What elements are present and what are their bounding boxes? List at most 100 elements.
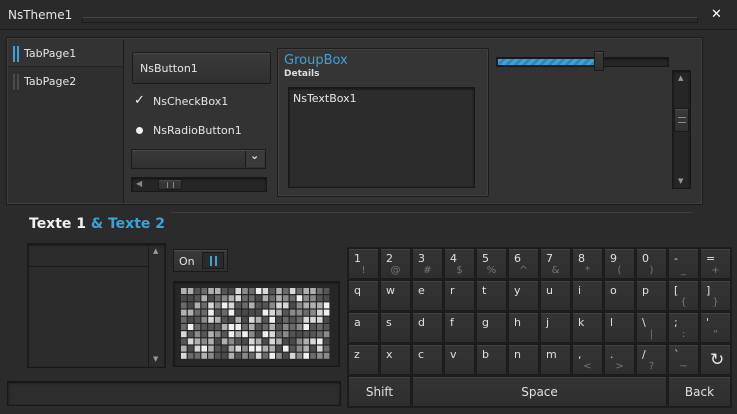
key-row1-8[interactable]: 9( [604,248,635,279]
key-row2-2[interactable]: e [412,280,443,311]
key-shift-label: # [423,265,432,276]
vertical-scrollbar[interactable]: ▲ ▼ [672,70,691,189]
key-row4-7[interactable]: , < [572,344,603,375]
key-row3-9[interactable]: \ | [636,312,667,343]
key-row2-9[interactable]: p [636,280,667,311]
key-main-label: v [450,348,457,361]
close-icon[interactable]: ✕ [711,7,722,22]
key-row2-5[interactable]: y [508,280,539,311]
key-row3-2[interactable]: d [412,312,443,343]
horizontal-scrollbar[interactable]: ◀ [131,177,267,192]
nsradiobutton1[interactable]: NsRadioButton1 [132,122,272,140]
key-row2-4[interactable]: t [476,280,507,311]
textbox-nstextbox1[interactable]: NsTextBox1 [288,87,475,188]
pixel-cell [208,352,214,359]
key-row1-3[interactable]: 4 $ [444,248,475,279]
progress-thumb[interactable] [594,51,604,71]
nsbutton1[interactable]: NsButton1 [132,52,271,84]
bottom-textbox[interactable] [7,381,341,406]
key-row1-5[interactable]: 6 ^ [508,248,539,279]
key-shift[interactable]: Shift [348,376,411,407]
scroll-up-icon[interactable]: ▲ [153,247,158,255]
key-row1-4[interactable]: 5% [476,248,507,279]
tab-tabpage1[interactable]: TabPage1 [8,40,123,67]
key-row1-1[interactable]: 2 @ [380,248,411,279]
pixel-cell [323,324,330,330]
pixel-cell [317,345,323,352]
pixel-cell [228,288,235,294]
key-row4-0[interactable]: z [348,344,379,375]
key-row4-3[interactable]: v [444,344,475,375]
pixel-cell [289,288,296,294]
key-row2-0[interactable]: q [348,280,379,311]
key-row4-4[interactable]: b [476,344,507,375]
pixel-cell [276,345,282,352]
key-row2-10[interactable]: [{ [668,280,699,311]
key-row3-4[interactable]: g [476,312,507,343]
pixel-cell [249,288,255,294]
key-row1-10[interactable]: - _ [668,248,699,279]
key-row2-11[interactable]: ]} [700,280,731,311]
nscheckbox1[interactable]: ✓ NsCheckBox1 [132,93,272,111]
key-row4-1[interactable]: x [380,344,411,375]
key-label: Shift [365,384,394,399]
pixel-cell [242,295,248,302]
scroll-thumb[interactable] [674,108,689,132]
key-row1-7[interactable]: 8 * [572,248,603,279]
scroll-down-icon[interactable]: ▼ [678,177,683,185]
key-row4-5[interactable]: n [508,344,539,375]
pixel-cell [221,324,228,330]
key-row4-6[interactable]: m [540,344,571,375]
key-row1-11[interactable]: = + [700,248,731,279]
progress-fill [498,59,595,65]
pixel-cell [269,295,275,302]
title-bar[interactable]: NsTheme1 ✕ [0,0,737,30]
scroll-left-icon[interactable]: ◀ [136,179,142,188]
pixel-cell [235,324,241,330]
key-main-label: i [578,284,582,297]
scroll-thumb[interactable] [158,179,182,190]
combo-box[interactable]: ⌄ [131,149,266,169]
scroll-down-icon[interactable]: ▼ [153,355,158,363]
scroll-up-icon[interactable]: ▲ [678,74,683,82]
key-row2-3[interactable]: r [444,280,475,311]
toggle-switch[interactable]: On [173,249,228,272]
key-back[interactable]: Back [668,376,731,407]
key-row3-1[interactable]: s [380,312,411,343]
listbox[interactable]: ▲ ▼ [27,243,166,368]
pixel-cell [255,324,262,330]
key-row3-0[interactable]: a [348,312,379,343]
key-row1-9[interactable]: 0) [636,248,667,279]
pixel-cell [323,338,330,345]
pixel-cell [187,331,194,338]
tab-tabpage2[interactable]: TabPage2 [8,68,123,95]
key-row1-6[interactable]: 7 & [540,248,571,279]
key-row2-1[interactable]: w [380,280,411,311]
key-row2-8[interactable]: o [604,280,635,311]
key-row2-7[interactable]: i [572,280,603,311]
key-row3-10[interactable]: ;: [668,312,699,343]
listbox-scrollbar[interactable]: ▲ ▼ [148,244,165,367]
key-row4-8[interactable]: . > [604,344,635,375]
key-row3-7[interactable]: k [572,312,603,343]
key-row4-9[interactable]: /? [636,344,667,375]
combo-button[interactable]: ⌄ [245,149,264,167]
pixel-cell [201,302,207,309]
key-row1-0[interactable]: 1! [348,248,379,279]
key-row1-2[interactable]: 3 # [412,248,443,279]
key-row4-11[interactable]: ↻ [700,344,731,375]
key-main-label: , [578,348,582,361]
listbox-header [28,244,148,267]
key-row4-2[interactable]: c [412,344,443,375]
pixel-cell [269,302,275,309]
pixel-cell [303,324,309,330]
key-row3-11[interactable]: ' " [700,312,731,343]
key-row3-3[interactable]: f [444,312,475,343]
key-space[interactable]: Space [412,376,667,407]
key-row2-6[interactable]: u [540,280,571,311]
key-row3-8[interactable]: l [604,312,635,343]
key-row4-10[interactable]: ` ~ [668,344,699,375]
key-row3-6[interactable]: j [540,312,571,343]
key-row3-5[interactable]: h [508,312,539,343]
pixel-cell [255,288,262,294]
